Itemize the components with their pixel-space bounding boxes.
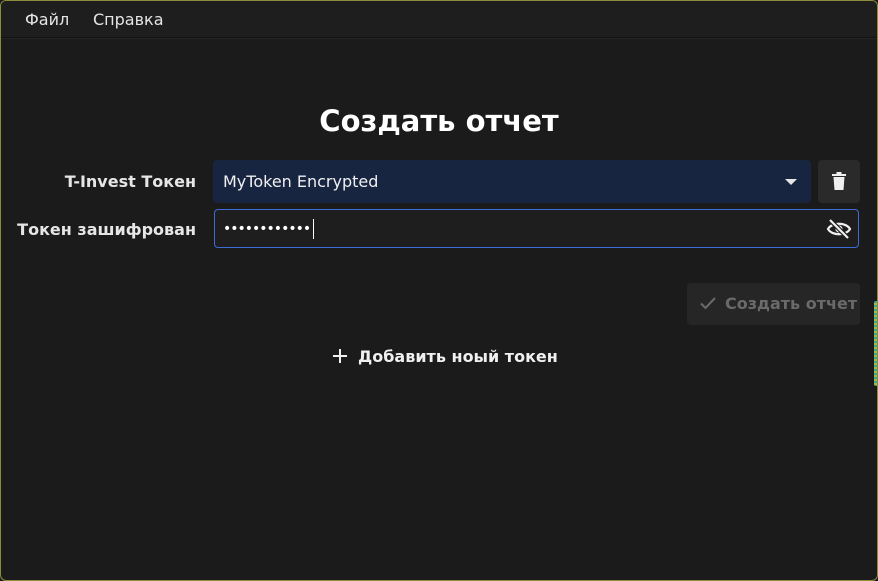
eye-off-icon[interactable]: [826, 218, 852, 240]
token-select[interactable]: MyToken Encrypted: [213, 160, 811, 203]
password-label: Токен зашифрован: [17, 220, 196, 239]
plus-icon: [333, 349, 347, 363]
menu-file[interactable]: Файл: [25, 10, 69, 29]
chevron-down-icon: [785, 179, 797, 185]
token-select-value: MyToken Encrypted: [223, 172, 379, 191]
password-value: ••••••••••••: [223, 219, 315, 239]
add-token-label: Добавить ноый токен: [358, 347, 558, 366]
menu-bar: Файл Справка: [1, 1, 877, 38]
token-select-label: T-Invest Токен: [64, 172, 196, 191]
create-report-button[interactable]: Создать отчет: [687, 283, 860, 325]
check-icon: [700, 297, 716, 310]
page-title: Создать отчет: [319, 104, 559, 138]
edge-decoration: [874, 301, 877, 386]
app-window: Файл Справка Создать отчет T-Invest Токе…: [0, 0, 878, 581]
token-password-input[interactable]: ••••••••••••: [214, 209, 859, 248]
text-caret: [313, 219, 315, 239]
menu-help[interactable]: Справка: [93, 10, 164, 29]
create-report-label: Создать отчет: [725, 294, 858, 313]
trash-icon: [832, 172, 846, 190]
delete-token-button[interactable]: [818, 160, 860, 203]
